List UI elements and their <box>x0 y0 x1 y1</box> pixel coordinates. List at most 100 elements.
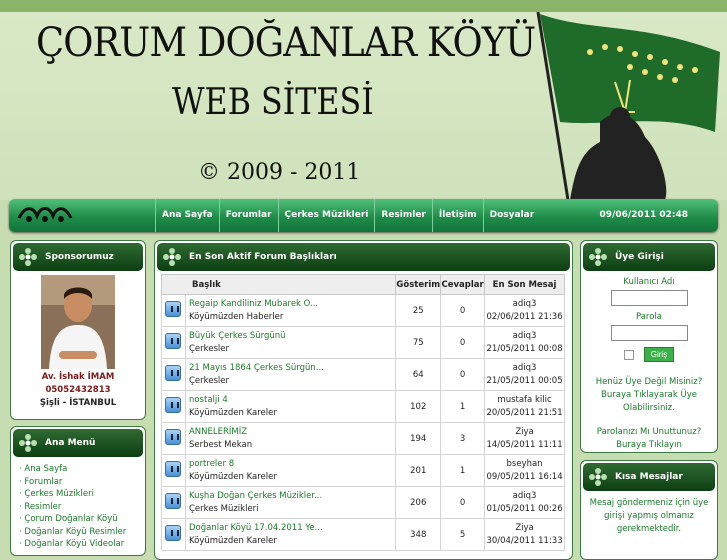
topic-icon-cell <box>161 294 186 327</box>
menu-item-label: Ana Sayfa <box>24 464 68 474</box>
topic-replies: 1 <box>440 454 486 487</box>
nav-link-home[interactable]: Ana Sayfa <box>155 199 219 232</box>
topic-views: 25 <box>395 294 442 327</box>
forum-topics-panel: En Son Aktif Forum Başlıkları Başlık Gös… <box>154 240 573 560</box>
nav-link-music[interactable]: Çerkes Müzikleri <box>277 199 375 232</box>
col-replies: Cevaplar <box>440 274 486 295</box>
topic-title-link[interactable]: Kuşha Doğan Çerkes Müzikler... <box>189 490 395 503</box>
col-last-post: En Son Mesaj <box>484 274 565 295</box>
topic-views: 194 <box>395 422 442 455</box>
forum-topic-row: portreler 8 Köyümüzden Kareler 201 1 bseyhan… <box>161 454 565 487</box>
nav-link-pictures[interactable]: Resimler <box>374 199 431 232</box>
topic-views: 64 <box>395 358 442 391</box>
last-post-date: 21/05/2011 00:08 <box>486 343 563 354</box>
topic-title-link[interactable]: ANNELERİMİZ <box>189 426 395 439</box>
menu-item-forums[interactable]: · Forumlar <box>19 476 145 489</box>
menu-item-village-pictures[interactable]: · Doğanlar Köyü Resimler <box>19 526 145 539</box>
topic-bubble-icon <box>165 333 182 349</box>
login-button[interactable]: Giriş <box>643 347 675 362</box>
col-topic: Başlık <box>160 274 397 295</box>
topic-cell: Doğanlar Köyü 17.04.2011 Ye... Köyümüzden… <box>184 518 397 551</box>
menu-item-village[interactable]: · Çorum Doğanlar Köyü <box>19 513 145 526</box>
topic-replies: 0 <box>440 294 486 327</box>
menu-item-music[interactable]: · Çerkes Müzikleri <box>19 488 145 501</box>
flag-bearer-icon <box>536 12 720 200</box>
site-header: ÇORUM DOĞANLAR KÖYÜ WEB SİTESİ © 2009 - … <box>0 12 727 200</box>
register-link[interactable]: Henüz Üye Değil Misiniz? Buraya Tıklayar… <box>581 376 717 415</box>
forgot-password-link[interactable]: Parolanızı Mı Unuttunuz? Buraya Tıklayın <box>581 426 717 452</box>
login-panel-title: Üye Girişi <box>615 252 664 262</box>
menu-item-pictures[interactable]: · Resimler <box>19 501 145 514</box>
topic-last-post: bseyhan 09/05/2011 16:14 <box>484 454 565 487</box>
topic-views: 75 <box>395 326 442 359</box>
last-post-date: 20/05/2011 21:51 <box>486 407 563 418</box>
main-menu-header: Ana Menü <box>13 429 143 457</box>
topic-bubble-icon <box>165 365 182 381</box>
topic-title-link[interactable]: Regaip Kandiliniz Mubarek O... <box>189 298 395 311</box>
forum-topic-row: Büyük Çerkes Sürgünü Çerkesler 75 0 adiq3 21/… <box>161 326 565 359</box>
shoutbox-panel: Kısa Mesajlar Mesaj göndermeniz için üye… <box>580 460 718 560</box>
topic-icon-cell <box>161 422 186 455</box>
topic-cell: portreler 8 Köyümüzden Kareler <box>184 454 397 487</box>
nav-link-files[interactable]: Dosyalar <box>482 199 541 232</box>
shoutbox-notice: Mesaj göndermeniz için üye girişi yapmış… <box>589 498 709 534</box>
topic-title-link[interactable]: Doğanlar Köyü 17.04.2011 Ye... <box>189 522 395 535</box>
forum-topic-row: Kuşha Doğan Çerkes Müzikler... Çerkes Müz… <box>161 486 565 519</box>
topic-bubble-icon <box>165 493 182 509</box>
menu-item-label: Çerkes Müzikleri <box>24 489 94 499</box>
topic-replies: 0 <box>440 486 486 519</box>
nav-link-forums[interactable]: Forumlar <box>218 199 278 232</box>
last-post-date: 21/05/2011 00:05 <box>486 375 563 386</box>
topic-title-link[interactable]: Büyük Çerkes Sürgünü <box>189 330 395 343</box>
topic-category: Köyümüzden Kareler <box>188 471 277 482</box>
topic-title-link[interactable]: nostalji 4 <box>189 394 395 407</box>
topic-bubble-icon <box>165 301 182 317</box>
sponsor-photo <box>41 275 115 369</box>
menu-item-home[interactable]: · Ana Sayfa <box>19 463 145 476</box>
topic-views: 201 <box>395 454 442 487</box>
topic-bubble-icon <box>165 429 182 445</box>
topic-cell: Kuşha Doğan Çerkes Müzikler... Çerkes Müz… <box>184 486 397 519</box>
sponsor-panel: Sponsorumuz Av. İshak İMAM 05052432813 Ş… <box>10 240 146 420</box>
login-panel-header: Üye Girişi <box>583 243 715 271</box>
remember-me-checkbox[interactable] <box>623 349 634 360</box>
topic-last-post: Ziya 14/05/2011 11:11 <box>484 422 565 455</box>
sponsor-name: Av. İshak İMAM <box>41 372 115 382</box>
last-post-user: Ziya <box>515 426 534 437</box>
topic-last-post: adiq3 02/06/2011 21:36 <box>484 294 565 327</box>
topic-replies: 0 <box>440 326 486 359</box>
topic-bubble-icon <box>165 397 182 413</box>
topic-replies: 0 <box>440 358 486 391</box>
shoutbox-title: Kısa Mesajlar <box>615 472 683 482</box>
topic-replies: 3 <box>440 422 486 455</box>
topic-title-link[interactable]: 21 Mayıs 1864 Çerkes Sürgün... <box>189 362 395 375</box>
username-input[interactable] <box>610 290 688 306</box>
topic-category: Çerkesler <box>188 375 229 386</box>
topic-icon-cell <box>161 326 186 359</box>
menu-item-label: Resimler <box>24 501 62 512</box>
password-input[interactable] <box>610 325 688 341</box>
shoutbox-header: Kısa Mesajlar <box>583 463 715 491</box>
current-datetime: 09/06/2011 02:48 <box>599 210 688 220</box>
last-post-date: 02/06/2011 21:36 <box>486 311 563 322</box>
menu-item-label: Doğanlar Köyü Resimler <box>24 526 127 537</box>
nav-link-contact[interactable]: İletişim <box>431 199 483 232</box>
flower-icon <box>19 248 37 266</box>
top-strip <box>0 0 727 12</box>
username-label: Kullanıcı Adı <box>623 277 675 287</box>
topic-title-link[interactable]: portreler 8 <box>189 458 395 471</box>
topic-views: 206 <box>395 486 442 519</box>
menu-item-label: Çorum Doğanlar Köyü <box>24 514 118 524</box>
menu-item-village-videos[interactable]: · Doğanlar Köyü Videolar <box>19 538 145 551</box>
last-post-date: 30/04/2011 11:33 <box>486 535 563 546</box>
topic-icon-cell <box>161 518 186 551</box>
last-post-user: mustafa kilic <box>497 394 552 405</box>
main-navbar: Ana Sayfa Forumlar Çerkes Müzikleri Resi… <box>9 199 718 232</box>
col-views: Gösterim <box>395 274 442 295</box>
forum-topic-row: Doğanlar Köyü 17.04.2011 Ye... Köyümüzden… <box>161 518 565 551</box>
topic-category: Çerkesler <box>188 343 229 354</box>
topic-replies: 5 <box>440 518 486 551</box>
sponsor-panel-title: Sponsorumuz <box>45 252 114 262</box>
ornament-icon <box>17 207 73 222</box>
copyright-text: © 2009 - 2011 <box>198 160 361 185</box>
